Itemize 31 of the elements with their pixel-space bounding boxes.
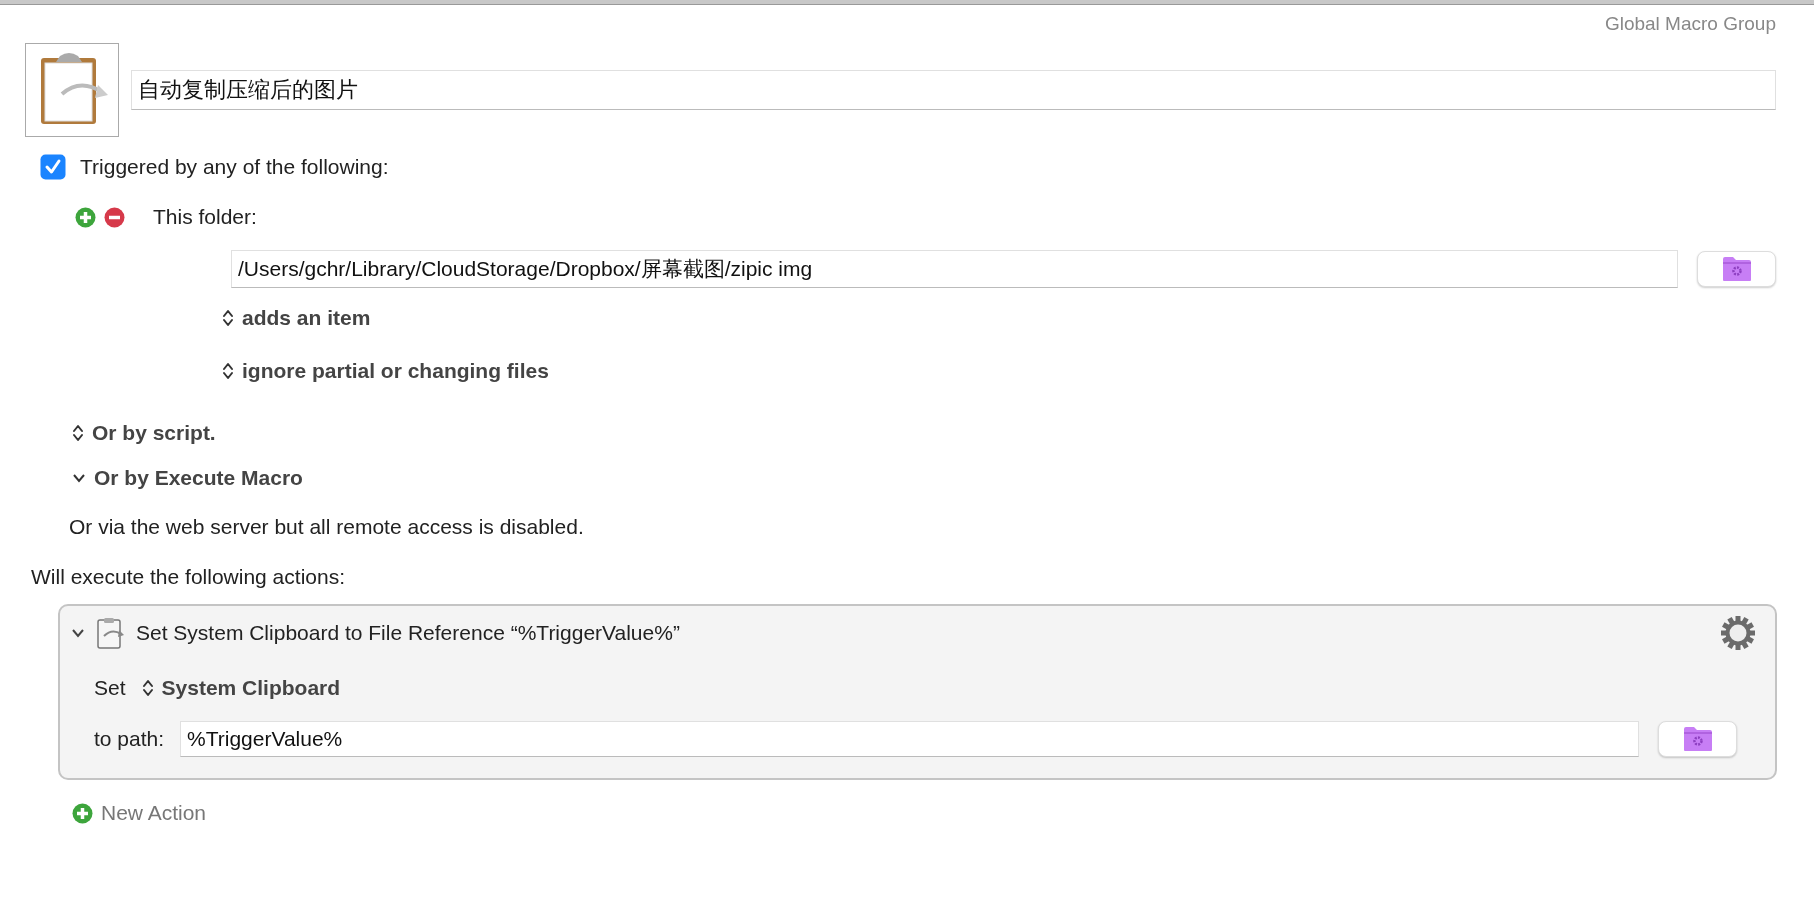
macro-name-field[interactable]: 自动复制压缩后的图片: [131, 69, 1776, 110]
path-field[interactable]: %TriggerValue%: [180, 721, 1639, 757]
disclosure-button[interactable]: Or by Execute Macro: [72, 466, 303, 490]
up-down-icon: [222, 308, 234, 328]
trigger-type-label: This folder:: [153, 205, 257, 229]
up-down-icon: [72, 423, 84, 443]
add-icon[interactable]: [75, 206, 96, 228]
settings-icon[interactable]: [1719, 614, 1757, 652]
new-action-button[interactable]: New Action: [101, 801, 207, 825]
macro-icon[interactable]: [25, 42, 119, 137]
set-label: Set: [94, 676, 126, 700]
folder-button[interactable]: [1658, 721, 1737, 757]
up-down-icon: [141, 678, 154, 698]
folder-path-field[interactable]: /Users/gchr/Library/CloudStorage/Dropbox/屏幕截图/zipic img: [231, 250, 1678, 288]
popup-menu[interactable]: adds an item: [222, 306, 371, 330]
action-title: Set System Clipboard to File Reference “%TriggerValue%”: [136, 621, 681, 645]
up-down-icon: [222, 361, 234, 381]
trigger-label: Triggered by any of the following:: [80, 155, 389, 179]
popup-menu[interactable]: ignore partial or changing files: [222, 359, 549, 383]
add-icon[interactable]: [72, 802, 93, 824]
web-server-note: Or via the web server but all remote access is disabled.: [69, 515, 584, 539]
folder-icon: [1682, 726, 1713, 752]
macro-group-label: Global Macro Group: [1604, 12, 1776, 35]
folder-button[interactable]: [1697, 251, 1776, 287]
checkbox[interactable]: [40, 154, 66, 180]
popup-menu[interactable]: Or by script.: [72, 421, 216, 445]
folder-icon: [1721, 256, 1752, 282]
actions-heading: Will execute the following actions:: [31, 565, 345, 589]
path-label: to path:: [94, 727, 165, 751]
remove-icon[interactable]: [104, 206, 125, 228]
popup-menu[interactable]: System Clipboard: [141, 676, 341, 700]
